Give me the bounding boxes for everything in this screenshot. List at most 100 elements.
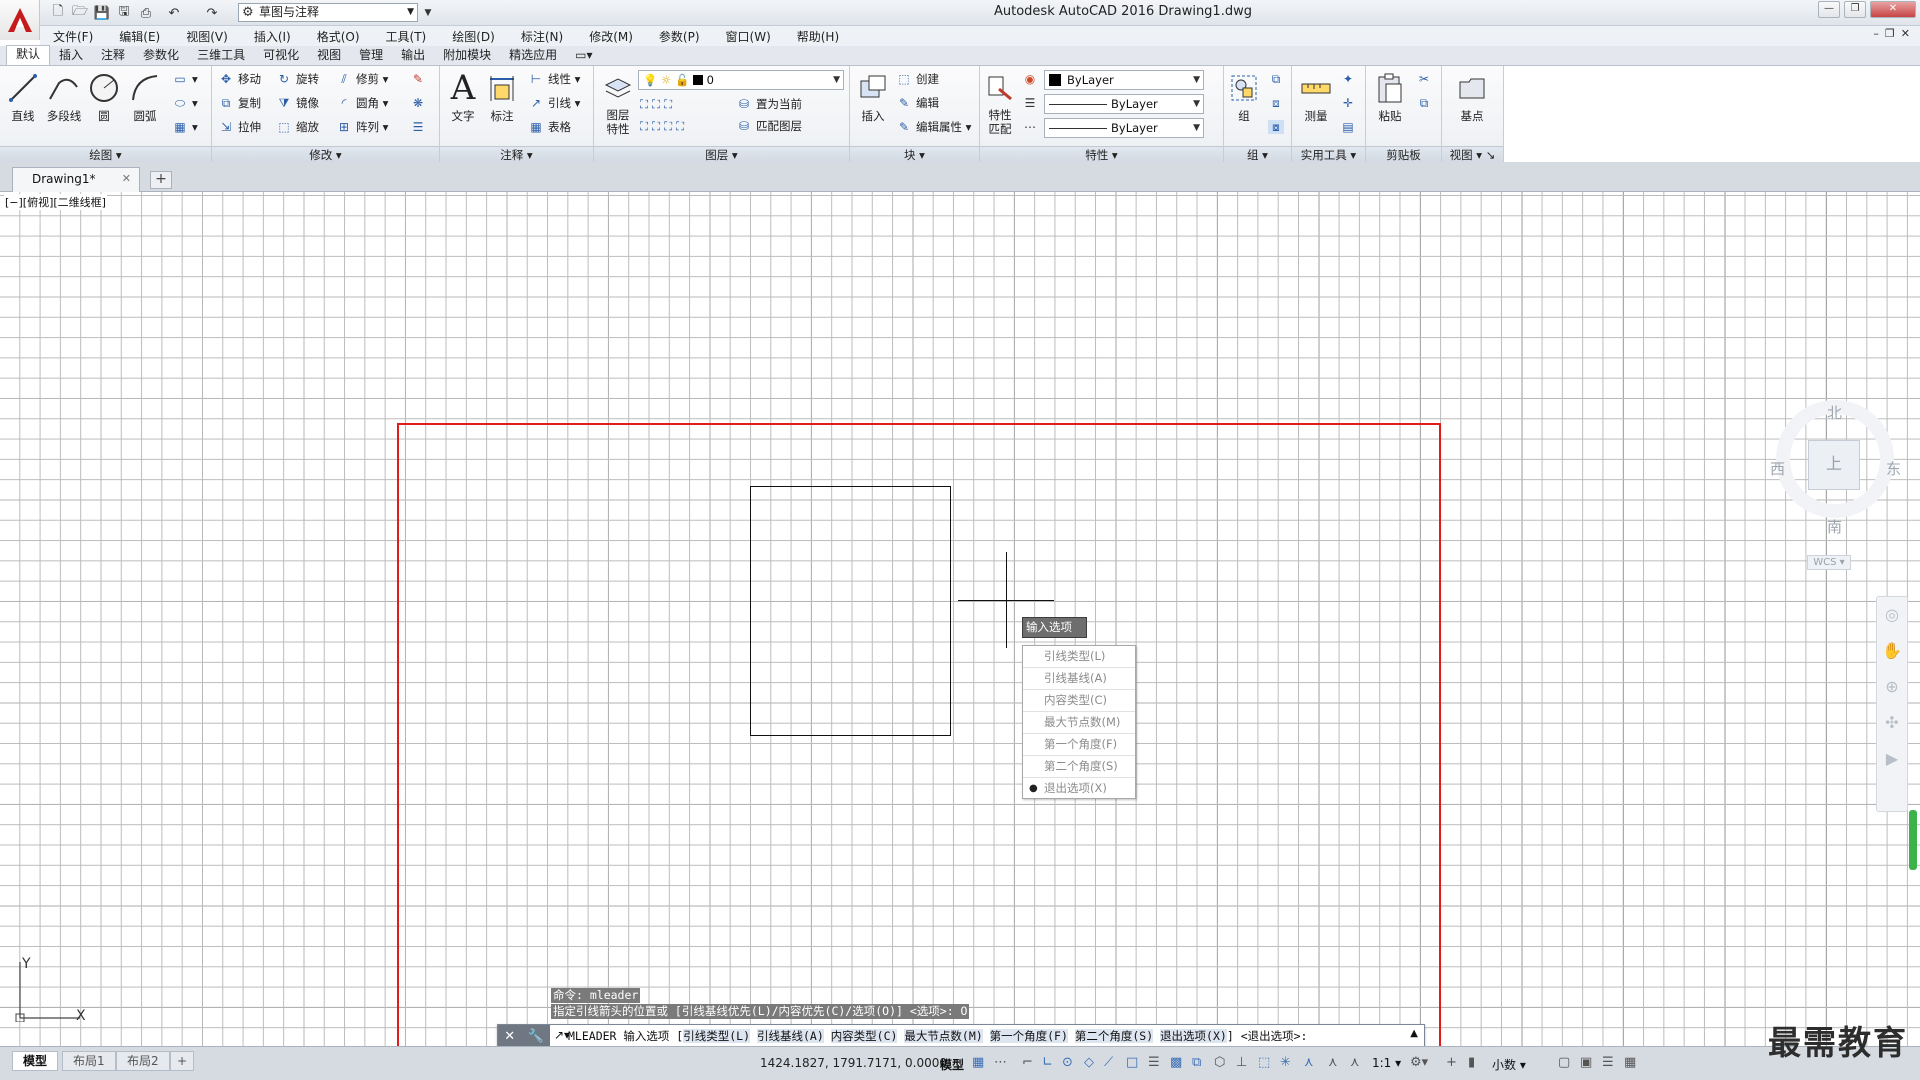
customize-qat-icon[interactable]: ▼ [418, 3, 438, 23]
scale-button[interactable]: ⬚ 缩放 [276, 118, 319, 136]
wcs-menu[interactable]: WCS ▾ [1807, 555, 1851, 570]
viewport-controls-label[interactable]: [−][俯视][二维线框] [4, 194, 107, 210]
selection-cycling-icon[interactable]: ⧉ [1192, 1055, 1201, 1070]
edit-attributes-button[interactable]: ✎ 编辑属性 ▾ [896, 118, 971, 136]
linetype-icon[interactable]: ⋯ [1022, 118, 1042, 136]
copy-button[interactable]: ⧉ 复制 [218, 94, 261, 112]
ellipse-tool[interactable]: ⬭ ▾ [172, 94, 198, 112]
grid-icon[interactable]: ▦ [972, 1055, 984, 1070]
undo-icon[interactable]: ↶ [164, 3, 184, 23]
selection-filter-icon[interactable]: ⬚ [1258, 1055, 1270, 1070]
pan-icon[interactable]: ✋ [1877, 633, 1907, 669]
linear-dim-button[interactable]: ⊢ 线性 ▾ [528, 70, 581, 88]
calculator-icon[interactable]: ▤ [1340, 118, 1360, 136]
leader-button[interactable]: ↗ 引线 ▾ [528, 94, 580, 112]
menu-file[interactable]: 文件(F) [40, 28, 106, 45]
stretch-button[interactable]: ⇲ 拉伸 [218, 118, 261, 136]
menu-edit[interactable]: 编辑(E) [106, 28, 173, 45]
rectangle-tool[interactable]: ▭ ▾ [172, 70, 197, 88]
cmd-option-second-angle[interactable]: 第二个角度(S) [1074, 1029, 1154, 1043]
command-line[interactable]: ✕ 🔧 ↗▾ MLEADER 输入选项 [引线类型(L) 引线基线(A) 内容类… [497, 1024, 1425, 1046]
polyline-button[interactable]: 多段线 [42, 70, 86, 124]
tab-view[interactable]: 视图 [308, 47, 350, 65]
insert-block-button[interactable]: 插入 [854, 70, 892, 124]
tab-default[interactable]: 默认 [6, 45, 51, 65]
circle-button[interactable]: 圆 [86, 70, 122, 124]
document-tab[interactable]: Drawing1* ✕ [12, 167, 140, 192]
new-tab-button[interactable]: + [150, 171, 172, 189]
tab-layout1[interactable]: 布局1 [62, 1051, 116, 1071]
cmd-option-first-angle[interactable]: 第一个角度(F) [989, 1029, 1068, 1043]
color-wheel-icon[interactable]: ◉ [1022, 70, 1042, 88]
model-space-button[interactable]: 模型 [940, 1056, 964, 1073]
text-button[interactable]: A 文字 [446, 68, 480, 124]
draw-panel-title[interactable]: 绘图 ▾ [0, 146, 211, 162]
menu-dimension[interactable]: 标注(N) [508, 28, 576, 45]
customization-icon[interactable]: ☰ [1602, 1055, 1614, 1070]
cmd-option-leader-type[interactable]: 引线类型(L) [683, 1029, 751, 1043]
properties-panel-title[interactable]: 特性 ▾ [980, 146, 1223, 162]
option-content-type[interactable]: 内容类型(C) [1023, 690, 1135, 712]
wrench-icon[interactable]: 🔧 [528, 1029, 544, 1044]
block-panel-title[interactable]: 块 ▾ [850, 146, 979, 162]
annotation-visibility-icon[interactable]: ⋏ [1304, 1055, 1314, 1070]
showmotion-icon[interactable]: ▶ [1877, 741, 1907, 777]
drawn-rectangle[interactable] [750, 486, 951, 736]
measure-button[interactable]: 测量 [1296, 70, 1336, 124]
chevron-up-icon[interactable]: ▲ [1410, 1028, 1418, 1039]
tab-insert[interactable]: 插入 [50, 47, 92, 65]
minimize-button[interactable]: — [1818, 1, 1840, 18]
group-edit-icon[interactable]: ⧈ [1268, 94, 1288, 112]
workspace-gear-icon[interactable]: ⚙▾ [1410, 1055, 1428, 1070]
annotation-scale-icon[interactable]: ⋏ [1350, 1055, 1360, 1070]
layers-panel-title[interactable]: 图层 ▾ [594, 146, 849, 162]
base-view-button[interactable]: 基点 [1450, 70, 1494, 124]
lineweight-select[interactable]: ByLayer ▼ [1044, 118, 1204, 138]
arc-button[interactable]: 圆弧 [126, 70, 164, 124]
menu-parametric[interactable]: 参数(P) [646, 28, 713, 45]
menu-window[interactable]: 窗口(W) [713, 28, 784, 45]
tab-output[interactable]: 输出 [392, 47, 434, 65]
groups-panel-title[interactable]: 组 ▾ [1224, 146, 1291, 162]
ortho-icon[interactable]: ∟ [1042, 1055, 1053, 1070]
modify-panel-title[interactable]: 修改 ▾ [212, 146, 439, 162]
scroll-indicator[interactable] [1909, 810, 1917, 870]
rotate-button[interactable]: ↻ 旋转 [276, 70, 319, 88]
point-icon[interactable]: ✛ [1340, 94, 1360, 112]
layer-tools-row1[interactable]: ⛶⛶⛶ [640, 95, 676, 113]
group-select-icon[interactable]: ⧇ [1268, 118, 1288, 136]
tab-visualize[interactable]: 可视化 [254, 47, 308, 65]
linetype-select[interactable]: ByLayer ▼ [1044, 94, 1204, 114]
view-panel-title[interactable]: 视图 ▾ ↘ [1442, 146, 1503, 162]
hatch-tool[interactable]: ▦ ▾ [172, 118, 197, 136]
menu-tools[interactable]: 工具(T) [373, 28, 440, 45]
option-leader-type[interactable]: 引线类型(L) [1023, 646, 1135, 668]
array-button[interactable]: ⊞ 阵列 ▾ [336, 118, 388, 136]
tab-layout2[interactable]: 布局2 [116, 1051, 170, 1071]
copy-clip-icon[interactable]: ⧉ [1416, 94, 1436, 112]
color-select[interactable]: ByLayer ▼ [1044, 70, 1204, 90]
utilities-panel-title[interactable]: 实用工具 ▾ [1292, 146, 1365, 162]
new-file-icon[interactable]: 🗋 [48, 3, 68, 23]
transparency-icon[interactable]: ▩ [1170, 1055, 1182, 1070]
quick-select-icon[interactable]: ✦ [1340, 70, 1360, 88]
close-button[interactable]: ✕ [1870, 1, 1916, 18]
paste-button[interactable]: 粘贴 [1370, 70, 1410, 124]
units-select[interactable]: 小数 ▾ [1492, 1056, 1526, 1073]
create-block-button[interactable]: ⬚ 创建 [896, 70, 939, 88]
tab-addins[interactable]: 附加模块 [434, 47, 500, 65]
dimension-button[interactable]: 标注 [484, 70, 520, 124]
tab-annotate[interactable]: 注释 [92, 47, 134, 65]
menu-draw[interactable]: 绘图(D) [439, 28, 508, 45]
zoom-extents-icon[interactable]: ⊕ [1877, 669, 1907, 705]
menu-insert[interactable]: 插入(I) [241, 28, 304, 45]
redo-icon[interactable]: ↷ [202, 3, 222, 23]
cmd-option-exit[interactable]: 退出选项(X) [1160, 1029, 1227, 1043]
orbit-icon[interactable]: ✣ [1877, 705, 1907, 741]
3d-osnap-icon[interactable]: ⬡ [1214, 1055, 1225, 1070]
layer-properties-button[interactable]: 图层特性 [598, 70, 638, 136]
workspace-select[interactable]: ⚙ 草图与注释 ▼ [238, 3, 418, 22]
ribbon-display-toggle[interactable]: ▭▾ [566, 47, 601, 65]
erase-button[interactable]: ✎ [410, 70, 430, 88]
layer-tools-row2[interactable]: ⛶⛶⛶⛶ [640, 117, 688, 135]
